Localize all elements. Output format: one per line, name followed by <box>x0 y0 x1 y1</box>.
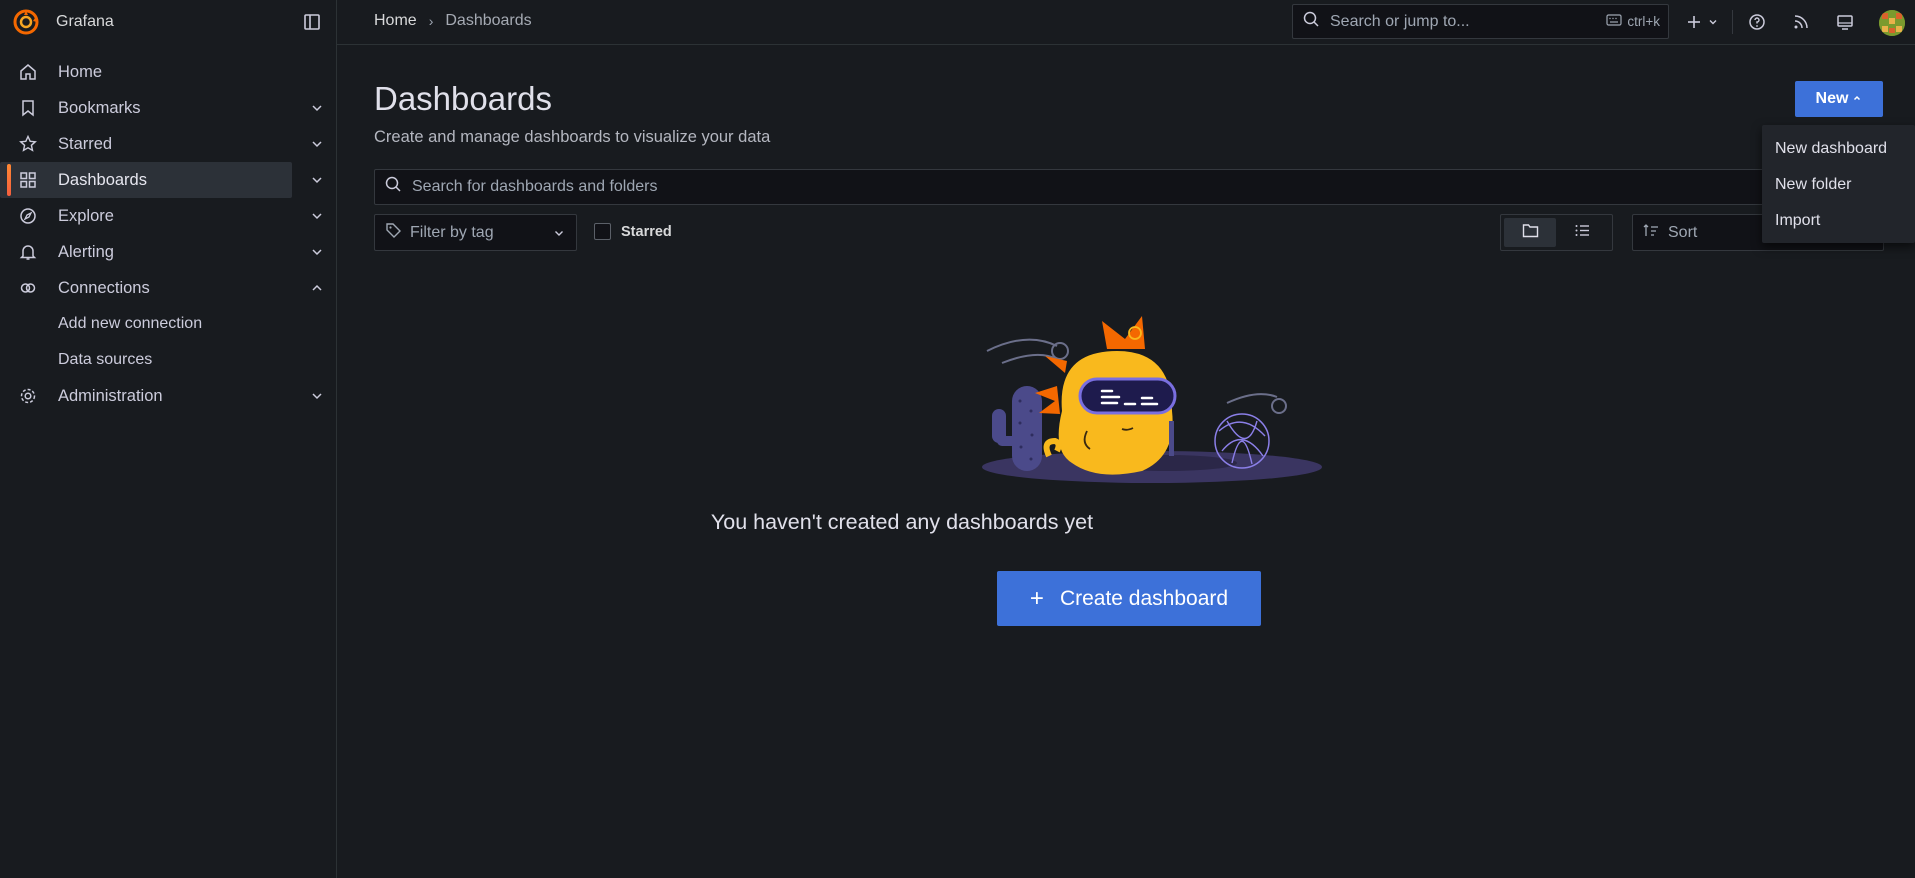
rss-news-icon[interactable] <box>1789 10 1813 34</box>
empty-state-illustration <box>957 291 1337 536</box>
home-icon <box>18 62 38 82</box>
apps-grid-icon <box>18 170 38 190</box>
sort-placeholder: Sort <box>1668 223 1698 241</box>
menu-item-new-folder[interactable]: New folder <box>1762 167 1915 203</box>
list-view-button[interactable] <box>1556 218 1608 247</box>
starred-checkbox-label[interactable]: Starred <box>621 224 672 240</box>
search-icon <box>1303 11 1320 33</box>
sidebar-subitem-add-new-connection[interactable]: Add new connection <box>0 306 336 342</box>
list-icon <box>1574 223 1591 243</box>
toolbar-divider <box>1732 10 1733 34</box>
page-title: Dashboards <box>374 80 552 117</box>
filter-tag-placeholder: Filter by tag <box>410 223 494 241</box>
sidebar-item-home[interactable]: Home <box>0 54 292 90</box>
create-dashboard-button[interactable]: + Create dashboard <box>997 571 1261 626</box>
user-avatar[interactable] <box>1879 10 1905 36</box>
search-icon <box>385 176 402 198</box>
search-placeholder: Search or jump to... <box>1330 12 1470 30</box>
sidebar-item-explore[interactable]: Explore <box>0 198 322 234</box>
sidebar-item-dashboards[interactable]: Dashboards <box>0 162 322 198</box>
chevron-down-icon[interactable] <box>309 208 325 224</box>
chevron-down-icon[interactable] <box>309 172 325 188</box>
sidebar-item-bookmarks[interactable]: Bookmarks <box>0 90 322 126</box>
link-icon <box>18 278 38 298</box>
sidebar-item-label: Dashboards <box>58 170 147 189</box>
add-menu-plus-icon[interactable] <box>1682 10 1706 34</box>
filter-by-tag-select[interactable]: Filter by tag <box>374 214 577 251</box>
starred-filter: Starred <box>594 223 672 240</box>
breadcrumb: Home › Dashboards <box>374 12 532 30</box>
chevron-down-icon[interactable] <box>309 388 325 404</box>
sidebar-item-connections[interactable]: Connections <box>0 270 322 306</box>
page-subtitle: Create and manage dashboards to visualiz… <box>374 128 771 146</box>
compass-icon <box>18 206 38 226</box>
top-icons <box>1682 10 1857 34</box>
new-button-label: New <box>1815 90 1849 107</box>
chevron-down-icon[interactable] <box>1706 10 1720 34</box>
empty-state-message: You haven't created any dashboards yet <box>710 510 1094 534</box>
grafana-logo-icon[interactable] <box>13 9 39 35</box>
create-dashboard-label: Create dashboard <box>1059 586 1229 610</box>
bell-icon <box>18 242 38 262</box>
shortcut-hint: ctrl+k <box>1606 14 1660 29</box>
sidebar-item-label: Alerting <box>58 242 114 261</box>
view-toggle <box>1500 214 1613 251</box>
folder-view-button[interactable] <box>1504 218 1556 247</box>
sidebar-item-administration[interactable]: Administration <box>0 378 322 414</box>
sidebar-item-label: Administration <box>58 386 163 405</box>
plus-icon: + <box>1029 584 1044 612</box>
sidebar-item-label: Home <box>58 62 103 81</box>
sidebar-item-label: Connections <box>58 278 150 297</box>
brand-name: Grafana <box>56 13 114 30</box>
nav-menu: Home Bookmarks Starred Dashboards Explor… <box>0 54 336 414</box>
new-button[interactable]: New <box>1795 81 1883 117</box>
chevron-down-icon[interactable] <box>309 136 325 152</box>
sort-icon <box>1643 223 1660 243</box>
main-content: Dashboards Create and manage dashboards … <box>337 46 1915 878</box>
kiosk-monitor-icon[interactable] <box>1833 10 1857 34</box>
tag-icon <box>385 222 402 244</box>
breadcrumb-separator: › <box>428 13 434 29</box>
chevron-down-icon[interactable] <box>309 244 325 260</box>
star-icon <box>18 134 38 154</box>
new-dropdown-menu: New dashboard New folder Import <box>1762 125 1915 243</box>
sidebar-item-label: Explore <box>58 206 114 225</box>
bookmark-icon <box>18 98 38 118</box>
breadcrumb-current: Dashboards <box>445 12 532 29</box>
brand: Grafana <box>0 0 336 44</box>
folder-icon <box>1522 223 1539 243</box>
shortcut-text: ctrl+k <box>1627 14 1660 29</box>
starred-checkbox[interactable] <box>594 223 611 240</box>
menu-item-import[interactable]: Import <box>1762 203 1915 239</box>
sidebar: Grafana Home Bookmarks Starred Dashboard… <box>0 0 337 878</box>
chevron-up-icon[interactable] <box>309 280 325 296</box>
global-search-input[interactable]: Search or jump to... ctrl+k <box>1292 4 1669 39</box>
sidebar-item-starred[interactable]: Starred <box>0 126 322 162</box>
chevron-down-icon[interactable] <box>309 100 325 116</box>
dock-menu-icon[interactable] <box>302 12 322 32</box>
sidebar-subitem-data-sources[interactable]: Data sources <box>0 342 336 378</box>
breadcrumb-home-link[interactable]: Home <box>374 12 417 30</box>
sidebar-item-label: Starred <box>58 134 113 153</box>
menu-item-new-dashboard[interactable]: New dashboard <box>1762 131 1915 167</box>
sidebar-item-alerting[interactable]: Alerting <box>0 234 322 270</box>
top-bar: Home › Dashboards Search or jump to... c… <box>337 0 1915 45</box>
dashboard-search-placeholder: Search for dashboards and folders <box>412 178 658 195</box>
chevron-up-icon <box>1852 93 1862 106</box>
dashboard-search-input[interactable]: Search for dashboards and folders <box>374 169 1884 205</box>
chevron-down-icon <box>552 226 566 245</box>
app: Grafana Home Bookmarks Starred Dashboard… <box>0 0 1915 878</box>
sidebar-item-label: Bookmarks <box>58 98 141 117</box>
keyboard-icon <box>1606 14 1622 29</box>
help-icon[interactable] <box>1745 10 1769 34</box>
gear-icon <box>18 386 38 406</box>
